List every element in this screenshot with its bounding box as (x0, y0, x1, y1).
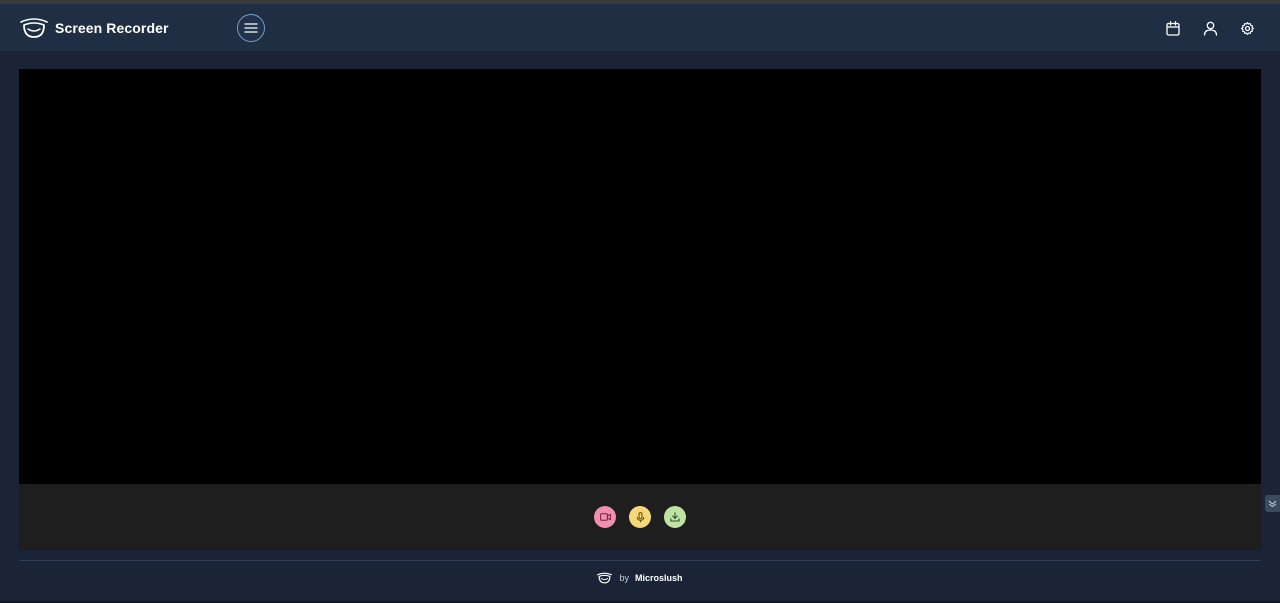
video-camera-icon (599, 513, 611, 521)
microslush-logo-icon (597, 572, 613, 584)
app-logo-icon (20, 17, 48, 38)
app-header: Screen Recorder (0, 4, 1280, 51)
footer-by-text: by (619, 573, 629, 583)
settings-button[interactable] (1237, 18, 1257, 38)
microphone-icon (636, 511, 644, 522)
app-title: Screen Recorder (55, 19, 169, 36)
user-icon (1203, 21, 1217, 36)
video-preview (19, 69, 1261, 484)
calendar-button[interactable] (1163, 18, 1183, 38)
menu-button[interactable] (237, 14, 265, 42)
user-button[interactable] (1200, 18, 1220, 38)
footer: by Microslush (0, 568, 1280, 588)
gear-icon (1240, 21, 1254, 35)
hamburger-icon (244, 23, 258, 33)
expand-icon (1268, 500, 1277, 507)
recorder-controls (19, 484, 1261, 550)
download-icon (670, 512, 680, 522)
download-button[interactable] (664, 506, 686, 528)
footer-divider (19, 560, 1261, 561)
brand[interactable]: Screen Recorder (20, 4, 169, 51)
footer-brand-link[interactable]: Microslush (635, 573, 683, 583)
microphone-button[interactable] (629, 506, 651, 528)
calendar-icon (1166, 20, 1180, 36)
side-panel-toggle[interactable] (1265, 495, 1280, 512)
record-screen-button[interactable] (594, 506, 616, 528)
